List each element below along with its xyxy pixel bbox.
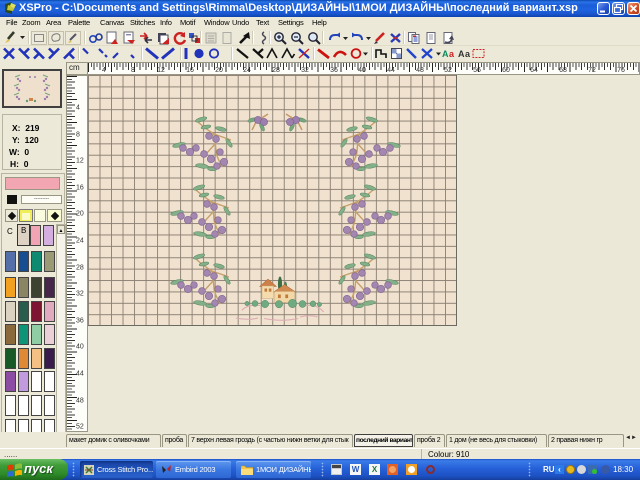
svg-text:a: a	[465, 49, 471, 59]
svg-text:a: a	[449, 49, 455, 59]
svg-text:A: A	[442, 49, 449, 59]
svg-text:A: A	[458, 49, 465, 59]
